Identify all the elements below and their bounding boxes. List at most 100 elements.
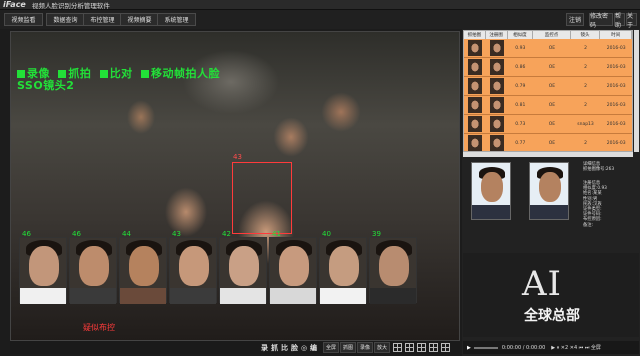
nav-data-query[interactable]: 数据查询 bbox=[46, 13, 85, 26]
face-number: 46 bbox=[22, 230, 31, 238]
play-icon[interactable]: ▶ bbox=[467, 345, 471, 351]
table-vertical-scrollbar[interactable] bbox=[634, 30, 639, 152]
captured-face[interactable]: 42 bbox=[219, 230, 267, 304]
cell-time: 2016-03 bbox=[606, 102, 626, 108]
registered-info-text: 注册信息 相似度:0.93 姓名:某某 性别:男 民族:汉族 证件类型: 证件号… bbox=[583, 181, 607, 228]
registered-thumbnail bbox=[489, 40, 504, 56]
zoom-button[interactable]: 放大 bbox=[374, 342, 391, 353]
playback-time: 0:00:00 / 0:00:00 bbox=[501, 344, 546, 351]
table-row[interactable]: 0.86 OE 2 2016-03 bbox=[464, 58, 632, 77]
table-horizontal-scrollbar[interactable] bbox=[463, 152, 633, 157]
face-skin bbox=[279, 246, 309, 286]
face-skin bbox=[179, 246, 209, 286]
table-row[interactable]: 0.73 OE snap13 2016-03 bbox=[464, 115, 632, 134]
edit-button[interactable]: 编 bbox=[310, 342, 317, 353]
col-site[interactable]: 监控点 bbox=[533, 31, 571, 39]
compare-button[interactable]: 比 bbox=[281, 342, 288, 353]
col-similarity[interactable]: 相似度 bbox=[508, 31, 534, 39]
cell-camera: 2 bbox=[584, 83, 587, 89]
capture-button[interactable]: 抓 bbox=[271, 342, 278, 353]
registered-thumbnail bbox=[489, 116, 504, 132]
table-row[interactable]: 0.93 OE 2 2016-03 bbox=[464, 39, 632, 58]
face-shoulder bbox=[220, 288, 266, 304]
col-camera[interactable]: 镜头 bbox=[571, 31, 601, 39]
logout-button[interactable]: 注销 bbox=[566, 13, 584, 26]
registered-portrait[interactable] bbox=[529, 162, 569, 220]
alarm-results-table[interactable]: 抓拍图 注册图 相似度 监控点 镜头 时间 0.93 OE 2 2016-03 … bbox=[463, 30, 633, 152]
nav-video-monitor[interactable]: 视频监看 bbox=[4, 13, 43, 26]
registered-thumbnail bbox=[489, 59, 504, 75]
table-row[interactable]: 0.77 OE 2 2016-03 bbox=[464, 134, 632, 151]
face-shoulder bbox=[120, 288, 166, 304]
face-shoulder bbox=[320, 288, 366, 304]
capture-thumbnail bbox=[467, 40, 482, 56]
progress-slider[interactable] bbox=[473, 346, 498, 349]
cell-time: 2016-03 bbox=[606, 140, 626, 146]
layout-1-icon[interactable] bbox=[393, 343, 402, 352]
captured-face[interactable]: 46 bbox=[69, 230, 117, 304]
col-time[interactable]: 时间 bbox=[600, 31, 632, 39]
fullscreen-button[interactable]: 全屏 bbox=[323, 342, 340, 353]
table-row[interactable]: 0.79 OE 2 2016-03 bbox=[464, 77, 632, 96]
capture-thumbnail bbox=[467, 78, 482, 94]
playback-controls[interactable]: ▶ ⏸ ✕2 ✕4 ⏮ ⏭ 全屏 bbox=[551, 344, 601, 351]
face-number: 40 bbox=[322, 230, 331, 238]
face-shoulder bbox=[270, 288, 316, 304]
col-registered-image[interactable]: 注册图 bbox=[486, 31, 508, 39]
video-toolbar: 录 抓 比 脸 ◎ 编 全屏 抓图 录像 放大 bbox=[10, 341, 460, 354]
face-shoulder bbox=[70, 288, 116, 304]
osd-camera-name: SSO镜头2 bbox=[17, 79, 75, 92]
captured-face[interactable]: 41 bbox=[269, 230, 317, 304]
layout-16-icon[interactable] bbox=[429, 343, 438, 352]
registered-thumbnail bbox=[489, 97, 504, 113]
cell-camera: 2 bbox=[584, 64, 587, 70]
table-row[interactable]: 0.81 OE 2 2016-03 bbox=[464, 96, 632, 115]
captured-face[interactable]: 39 bbox=[369, 230, 417, 304]
registered-thumbnail bbox=[489, 135, 504, 151]
layout-9-icon[interactable] bbox=[417, 343, 426, 352]
nav-watchlist-management[interactable]: 布控管理 bbox=[83, 13, 122, 26]
capture-thumbnail bbox=[467, 135, 482, 151]
cell-camera: 2 bbox=[584, 102, 587, 108]
cell-similarity: 0.86 bbox=[515, 64, 526, 70]
snapshot-button[interactable]: 抓图 bbox=[340, 342, 357, 353]
video-record-button[interactable]: 录像 bbox=[357, 342, 374, 353]
nav-video-summary[interactable]: 视频摘要 bbox=[120, 13, 159, 26]
title-bar: iFace 视频人脸识别分析管理软件 bbox=[0, 0, 640, 10]
layout-custom-icon[interactable] bbox=[441, 343, 450, 352]
osd-compare: 比对 bbox=[109, 67, 133, 80]
captured-portrait[interactable] bbox=[471, 162, 511, 220]
help-button[interactable]: 帮助 bbox=[614, 13, 625, 29]
nav-system-management[interactable]: 系统管理 bbox=[157, 13, 196, 26]
compare-indicator-icon bbox=[99, 70, 108, 78]
cell-time: 2016-03 bbox=[606, 83, 626, 89]
face-number: 39 bbox=[372, 230, 381, 238]
face-skin bbox=[379, 246, 409, 286]
layout-4-icon[interactable] bbox=[405, 343, 414, 352]
face-number: 46 bbox=[72, 230, 81, 238]
cell-time: 2016-03 bbox=[606, 121, 626, 127]
cell-similarity: 0.81 bbox=[515, 102, 526, 108]
capture-thumbnail bbox=[467, 97, 482, 113]
registered-thumbnail bbox=[489, 78, 504, 94]
face-button[interactable]: 脸 bbox=[291, 342, 298, 353]
captured-face[interactable]: 40 bbox=[319, 230, 367, 304]
change-password-button[interactable]: 修改密码 bbox=[589, 13, 613, 29]
face-comparison-panel: 详细信息 抓拍图像号:263 注册信息 相似度:0.93 姓名:某某 性别:男 … bbox=[463, 159, 639, 251]
captured-face[interactable]: 46 bbox=[19, 230, 67, 304]
col-capture-image[interactable]: 抓拍图 bbox=[464, 31, 486, 39]
video-panel[interactable]: 录像 抓拍 比对 移动帧拍人脸 SSO镜头2 43 46 46 44 43 42… bbox=[10, 31, 460, 341]
cell-site: OE bbox=[548, 140, 556, 146]
face-number: 44 bbox=[122, 230, 131, 238]
face-detection-box[interactable] bbox=[232, 162, 292, 234]
face-number: 41 bbox=[272, 230, 281, 238]
target-icon[interactable]: ◎ bbox=[301, 342, 307, 353]
record-button[interactable]: 录 bbox=[261, 342, 268, 353]
captured-face[interactable]: 44 bbox=[119, 230, 167, 304]
ai-subtitle: 全球总部 bbox=[524, 308, 580, 324]
cell-camera: snap13 bbox=[577, 121, 594, 127]
about-button[interactable]: 关于 bbox=[626, 13, 637, 29]
captured-face[interactable]: 43 bbox=[169, 230, 217, 304]
cell-site: OE bbox=[548, 121, 556, 127]
cell-time: 2016-03 bbox=[606, 64, 626, 70]
